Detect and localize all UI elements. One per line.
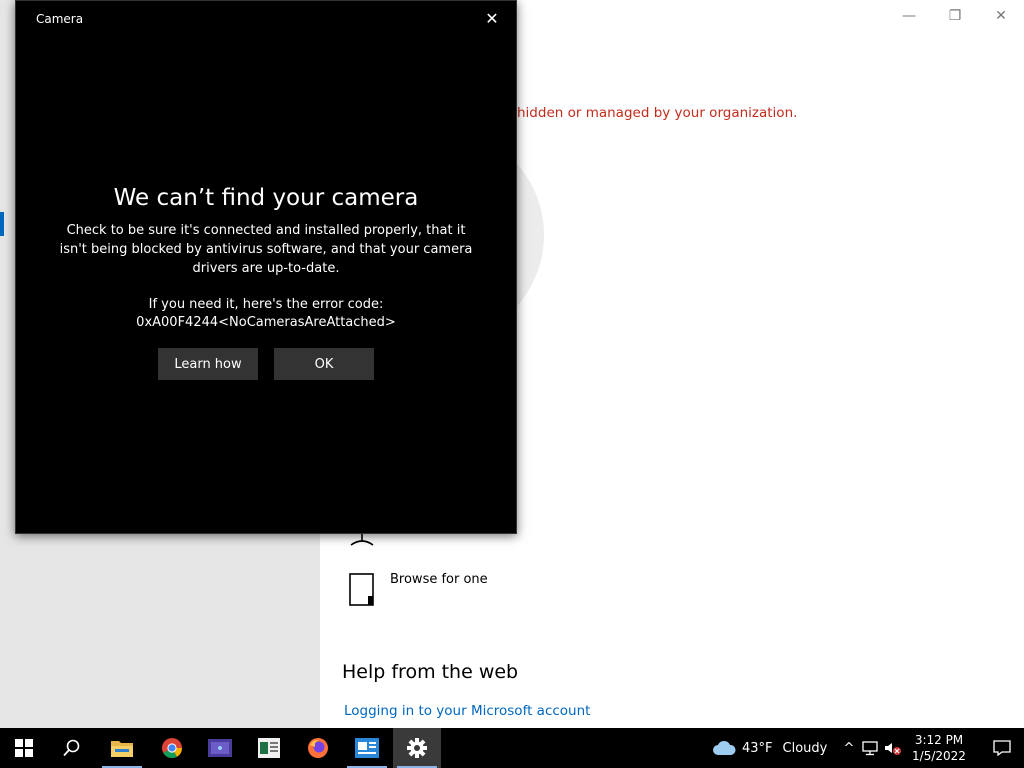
camera-error-description: Check to be sure it's connected and inst… <box>59 223 473 276</box>
file-icon <box>349 573 374 606</box>
notification-center-icon[interactable] <box>980 728 1024 768</box>
weather-widget[interactable]: 43°F Cloudy <box>712 728 827 768</box>
cloud-icon <box>713 741 736 755</box>
camera-window: Camera ✕ We can’t find your camera Check… <box>15 0 517 534</box>
minimize-button[interactable]: — <box>886 0 932 32</box>
help-from-web-heading: Help from the web <box>342 661 519 683</box>
taskbar-clock[interactable]: 3:12 PM 1/5/2022 <box>906 732 972 764</box>
sidebar-selection-indicator <box>0 212 4 236</box>
chevron-up-icon[interactable]: ^ <box>838 741 860 756</box>
error-code-intro: If you need it, here's the error code: <box>148 297 384 312</box>
file-explorer-icon[interactable] <box>98 728 146 768</box>
ok-button[interactable]: OK <box>274 348 374 380</box>
weather-temperature: 43°F <box>742 740 773 756</box>
app-icon[interactable] <box>196 728 244 768</box>
organization-message: hidden or managed by your organization. <box>517 105 798 121</box>
search-icon[interactable] <box>48 728 96 768</box>
volume-muted-icon[interactable] <box>882 740 904 756</box>
taskbar: 43°F Cloudy ^ 3:12 PM 1/5/2022 <box>0 728 1024 768</box>
settings-gear-icon[interactable] <box>393 728 441 768</box>
camera-error-code-block: If you need it, here's the error code: 0… <box>56 296 476 332</box>
firefox-icon[interactable] <box>294 728 342 768</box>
error-code: 0xA00F4244<NoCamerasAreAttached> <box>136 315 396 330</box>
browse-for-one-label[interactable]: Browse for one <box>390 572 488 587</box>
app-icon[interactable] <box>343 728 391 768</box>
windows-start-icon[interactable] <box>0 728 48 768</box>
close-button[interactable]: ✕ <box>978 0 1024 32</box>
clock-date: 1/5/2022 <box>912 749 966 763</box>
system-tray: ^ <box>838 728 904 768</box>
camera-close-button[interactable]: ✕ <box>482 9 502 29</box>
weather-condition: Cloudy <box>782 740 828 756</box>
browse-for-one-option[interactable] <box>348 572 376 608</box>
chrome-icon[interactable] <box>148 728 196 768</box>
camera-error-heading: We can’t find your camera <box>113 185 419 211</box>
settings-window-controls: — ❐ ✕ <box>886 0 1024 32</box>
camera-window-title: Camera <box>36 12 84 26</box>
restore-button[interactable]: ❐ <box>932 0 978 32</box>
network-icon[interactable] <box>860 740 882 756</box>
clock-time: 3:12 PM <box>914 733 964 747</box>
app-icon[interactable] <box>245 728 293 768</box>
microsoft-account-help-link[interactable]: Logging in to your Microsoft account <box>344 703 590 719</box>
learn-how-button[interactable]: Learn how <box>158 348 258 380</box>
